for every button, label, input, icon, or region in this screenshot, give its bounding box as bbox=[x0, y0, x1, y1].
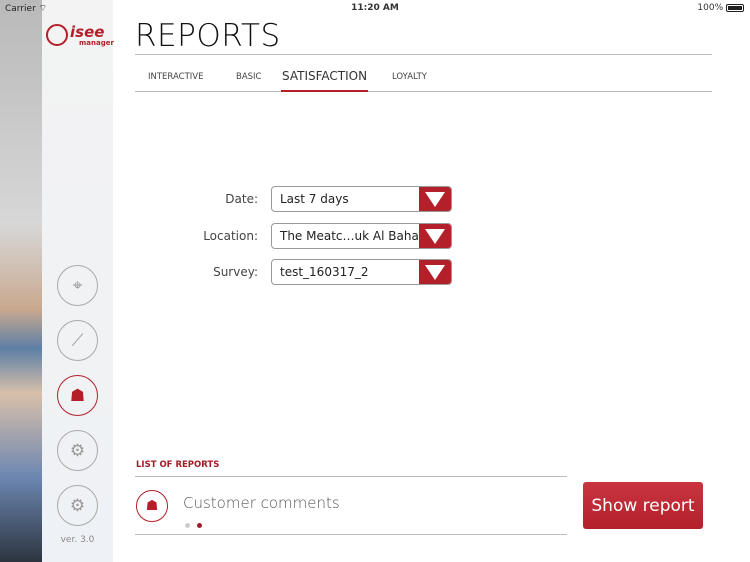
gear-icon: ⚙ bbox=[69, 495, 86, 516]
map-pin-icon: ⌖ bbox=[72, 275, 83, 296]
sidebar-item-analytics[interactable]: ⟋ bbox=[57, 320, 98, 361]
divider bbox=[135, 534, 567, 535]
dropdown-arrow-icon[interactable] bbox=[419, 187, 451, 211]
user-gear-icon: ⚙ bbox=[69, 440, 86, 461]
dropdown-arrow-icon[interactable] bbox=[419, 224, 451, 248]
version-label: ver. 3.0 bbox=[60, 535, 95, 545]
sidebar-item-location[interactable]: ⌖ bbox=[57, 265, 98, 306]
battery-icon bbox=[726, 3, 744, 12]
location-select[interactable]: The Meatc…uk Al Bahar bbox=[271, 223, 452, 249]
show-report-button[interactable]: Show report bbox=[583, 482, 703, 529]
location-label: Location: bbox=[203, 229, 258, 243]
tab-basic[interactable]: BASIC bbox=[236, 72, 261, 82]
tab-satisfaction[interactable]: SATISFACTION bbox=[282, 69, 367, 83]
line-chart-icon: ⟋ bbox=[71, 330, 84, 351]
tab-loyalty[interactable]: LOYALTY bbox=[392, 72, 427, 82]
logo-subtext: manager bbox=[79, 39, 114, 47]
page-dot[interactable] bbox=[185, 523, 190, 528]
user-report-icon: ☗ bbox=[136, 490, 168, 522]
sidebar-item-reports[interactable]: ☗ bbox=[57, 375, 98, 416]
sidebar-item-user-settings[interactable]: ⚙ bbox=[57, 430, 98, 471]
date-label: Date: bbox=[225, 192, 258, 206]
location-value: The Meatc…uk Al Bahar bbox=[280, 229, 424, 243]
report-name[interactable]: Customer comments bbox=[183, 494, 340, 512]
list-of-reports-heading: LIST OF REPORTS bbox=[136, 460, 220, 470]
survey-select[interactable]: test_160317_2 bbox=[271, 259, 452, 285]
background-photo bbox=[0, 0, 42, 562]
divider bbox=[135, 476, 567, 477]
user-report-icon: ☗ bbox=[69, 385, 86, 406]
logo-mark-icon bbox=[46, 24, 68, 46]
page-title: REPORTS bbox=[135, 18, 281, 54]
tabs-divider bbox=[135, 91, 712, 92]
date-value: Last 7 days bbox=[280, 192, 349, 206]
survey-value: test_160317_2 bbox=[280, 265, 369, 279]
active-tab-indicator bbox=[281, 90, 368, 92]
dropdown-arrow-icon[interactable] bbox=[419, 260, 451, 284]
sidebar-item-settings[interactable]: ⚙ bbox=[57, 485, 98, 526]
tab-interactive[interactable]: INTERACTIVE bbox=[148, 72, 203, 82]
survey-label: Survey: bbox=[213, 265, 258, 279]
divider bbox=[135, 54, 712, 55]
clock: 11:20 AM bbox=[351, 3, 399, 13]
battery: 100% bbox=[697, 3, 744, 13]
date-select[interactable]: Last 7 days bbox=[271, 186, 452, 212]
status-bar: Carrier ⌔ 11:20 AM 100% bbox=[0, 0, 750, 16]
page-dot-active[interactable] bbox=[197, 523, 202, 528]
logo: isee manager bbox=[46, 23, 116, 50]
